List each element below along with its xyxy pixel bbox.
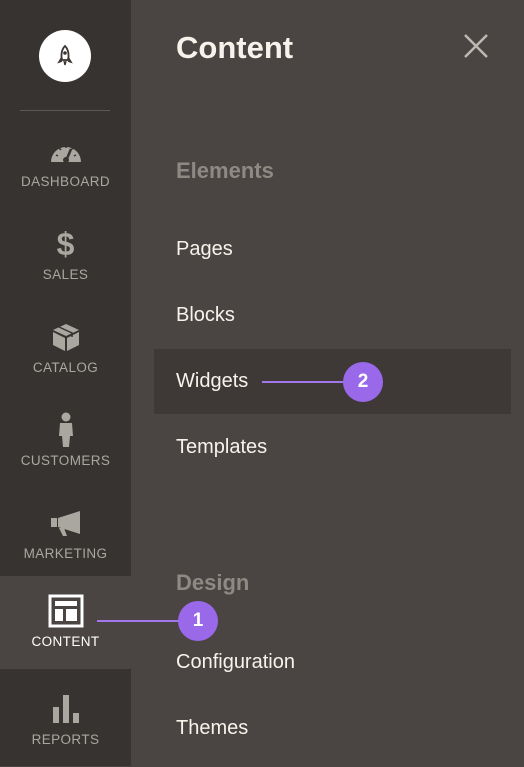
nav-item-sales[interactable]: $ SALES bbox=[0, 209, 131, 302]
person-icon bbox=[56, 412, 76, 447]
rocket-logo-icon bbox=[57, 44, 73, 66]
menu-item-pages[interactable]: Pages bbox=[154, 217, 511, 282]
menu-item-label: Widgets bbox=[176, 370, 249, 392]
nav-item-customers[interactable]: CUSTOMERS bbox=[0, 395, 131, 488]
sidebar-divider bbox=[20, 110, 110, 111]
callout-badge-2: 2 bbox=[343, 362, 383, 402]
nav-label-customers: CUSTOMERS bbox=[20, 453, 111, 468]
section-title-elements: Elements bbox=[176, 158, 274, 183]
menu-item-label: Templates bbox=[176, 436, 268, 458]
nav-item-catalog[interactable]: CATALOG bbox=[0, 302, 131, 395]
menu-item-label: Configuration bbox=[176, 651, 295, 673]
gauge-icon bbox=[49, 134, 83, 168]
close-button[interactable] bbox=[462, 32, 490, 60]
logo[interactable] bbox=[39, 30, 91, 82]
callout-line-1 bbox=[97, 620, 181, 622]
menu-item-label: Blocks bbox=[176, 304, 235, 326]
admin-sidebar: DASHBOARD $ SALES CATALOG CUSTOMERS MARK… bbox=[0, 0, 131, 766]
nav-label-content: CONTENT bbox=[31, 634, 100, 649]
callout-line-2 bbox=[262, 381, 346, 383]
nav-label-catalog: CATALOG bbox=[32, 360, 99, 375]
layout-icon bbox=[48, 594, 84, 628]
megaphone-icon bbox=[49, 506, 83, 540]
dollar-icon: $ bbox=[56, 226, 75, 262]
nav-label-sales: SALES bbox=[42, 267, 89, 282]
nav-label-marketing: MARKETING bbox=[23, 546, 108, 561]
panel-title: Content bbox=[176, 30, 294, 65]
menu-item-configuration[interactable]: Configuration bbox=[154, 630, 511, 695]
nav-label-dashboard: DASHBOARD bbox=[20, 174, 111, 189]
nav-item-dashboard[interactable]: DASHBOARD bbox=[0, 116, 131, 209]
bar-chart-icon bbox=[51, 692, 81, 726]
nav-item-content[interactable]: CONTENT bbox=[0, 576, 131, 669]
menu-item-themes[interactable]: Themes bbox=[154, 696, 511, 761]
callout-badge-1: 1 bbox=[178, 601, 218, 641]
close-icon bbox=[464, 34, 488, 58]
menu-item-templates[interactable]: Templates bbox=[154, 415, 511, 480]
nav-item-reports[interactable]: REPORTS bbox=[0, 674, 131, 767]
nav-label-reports: REPORTS bbox=[31, 732, 100, 747]
box-icon bbox=[51, 320, 81, 354]
nav-item-marketing[interactable]: MARKETING bbox=[0, 488, 131, 581]
menu-item-label: Pages bbox=[176, 238, 233, 260]
menu-item-label: Themes bbox=[176, 717, 249, 739]
section-title-design: Design bbox=[176, 570, 250, 595]
menu-item-blocks[interactable]: Blocks bbox=[154, 283, 511, 348]
